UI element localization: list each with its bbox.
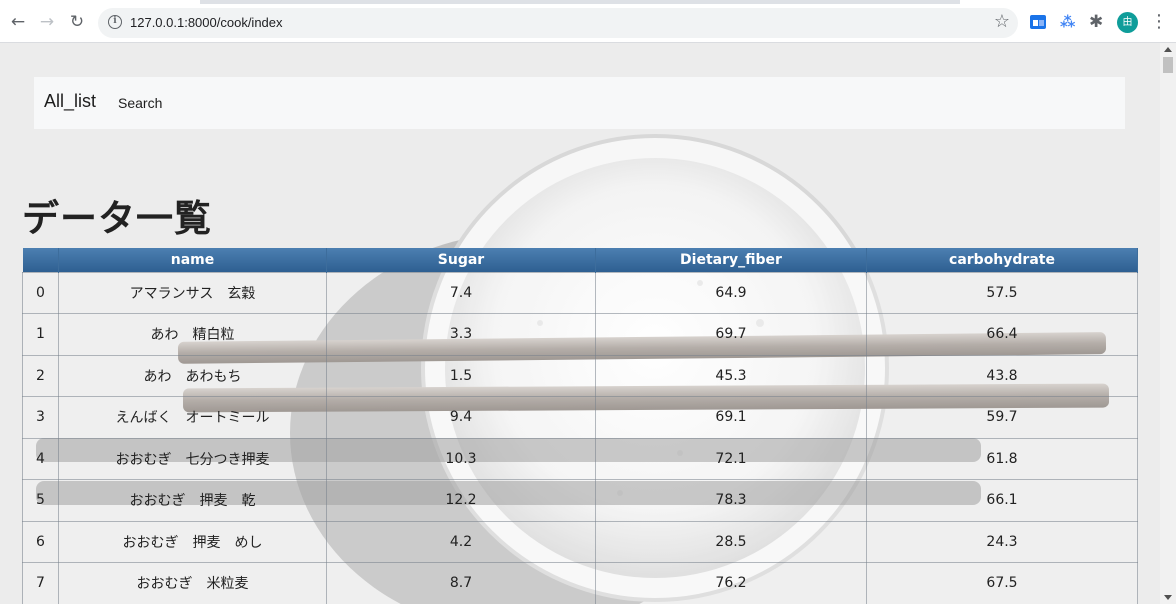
- row-index-cell: 5: [22, 479, 59, 522]
- table-row: 7 おおむぎ 米粒麦 8.7 76.2 67.5: [22, 562, 1138, 604]
- site-info-icon[interactable]: i: [108, 15, 122, 29]
- name-cell: えんばく オートミール: [58, 396, 327, 439]
- row-index-cell: 0: [22, 271, 59, 314]
- sugar-cell: 7.4: [326, 271, 596, 314]
- row-index-cell: 4: [22, 437, 59, 480]
- bookmark-star-icon[interactable]: ☆: [994, 11, 1010, 32]
- page-scrollbar[interactable]: [1160, 43, 1176, 604]
- data-table: name Sugar Dietary_fiber carbohydrate 0ア…: [22, 248, 1138, 604]
- row-index-cell: 7: [22, 562, 59, 604]
- column-header-carbohydrate: carbohydrate: [866, 248, 1138, 272]
- name-cell: おおむぎ 米粒麦: [58, 562, 327, 604]
- sugar-cell: 12.2: [326, 479, 596, 522]
- sugar-cell: 1.5: [326, 354, 596, 397]
- dietary-fiber-cell: 28.5: [595, 520, 867, 563]
- carbohydrate-cell: 61.8: [866, 437, 1138, 480]
- reload-icon[interactable]: ↻: [66, 11, 88, 33]
- navbar-brand[interactable]: All_list: [44, 91, 96, 112]
- dietary-fiber-cell: 69.1: [595, 396, 867, 439]
- table-row: 2 あわ あわもち 1.5 45.3 43.8: [22, 354, 1138, 397]
- name-cell: アマランサス 玄穀: [58, 271, 327, 314]
- sugar-cell: 4.2: [326, 520, 596, 563]
- scroll-down-arrow-icon[interactable]: [1164, 595, 1172, 600]
- table-row: 0 アマランサス 玄穀 7.4 64.9 57.5: [22, 271, 1138, 314]
- row-index-cell: 3: [22, 396, 59, 439]
- dietary-fiber-cell: 69.7: [595, 313, 867, 356]
- column-header-dietary-fiber: Dietary_fiber: [595, 248, 867, 272]
- dietary-fiber-cell: 72.1: [595, 437, 867, 480]
- name-cell: おおむぎ 七分つき押麦: [58, 437, 327, 480]
- row-index-cell: 2: [22, 354, 59, 397]
- column-header-index: [22, 248, 59, 272]
- extensions-puzzle-icon[interactable]: ✱: [1089, 13, 1107, 31]
- tab-strip: [200, 0, 960, 4]
- dietary-fiber-cell: 78.3: [595, 479, 867, 522]
- dietary-fiber-cell: 76.2: [595, 562, 867, 604]
- table-row: 4 おおむぎ 七分つき押麦 10.3 72.1 61.8: [22, 437, 1138, 480]
- page-viewport: All_list Search データ一覧 name Sugar Dietary…: [0, 43, 1160, 604]
- name-cell: おおむぎ 押麦 乾: [58, 479, 327, 522]
- carbohydrate-cell: 59.7: [866, 396, 1138, 439]
- carbohydrate-cell: 57.5: [866, 271, 1138, 314]
- url-text[interactable]: 127.0.0.1:8000/cook/index: [130, 15, 283, 30]
- row-index-cell: 1: [22, 313, 59, 356]
- nav-link-search[interactable]: Search: [118, 95, 162, 111]
- address-bar[interactable]: i 127.0.0.1:8000/cook/index ☆: [98, 8, 1018, 38]
- column-header-sugar: Sugar: [326, 248, 596, 272]
- back-icon[interactable]: ←: [7, 11, 29, 33]
- carbohydrate-cell: 67.5: [866, 562, 1138, 604]
- profile-avatar[interactable]: 由: [1117, 12, 1138, 33]
- browser-toolbar: ← → ↻ i 127.0.0.1:8000/cook/index ☆ ⁂ ✱ …: [0, 0, 1176, 43]
- name-cell: おおむぎ 押麦 めし: [58, 520, 327, 563]
- page-title: データ一覧: [22, 197, 212, 240]
- name-cell: あわ 精白粒: [58, 313, 327, 356]
- sugar-cell: 3.3: [326, 313, 596, 356]
- table-row: 6 おおむぎ 押麦 めし 4.2 28.5 24.3: [22, 520, 1138, 563]
- table-row: 1 あわ 精白粒 3.3 69.7 66.4: [22, 313, 1138, 356]
- dietary-fiber-cell: 64.9: [595, 271, 867, 314]
- site-navbar: All_list Search: [34, 77, 1125, 129]
- carbohydrate-cell: 24.3: [866, 520, 1138, 563]
- sugar-cell: 8.7: [326, 562, 596, 604]
- forward-icon[interactable]: →: [36, 11, 58, 33]
- row-index-cell: 6: [22, 520, 59, 563]
- table-row: 3 えんばく オートミール 9.4 69.1 59.7: [22, 396, 1138, 439]
- extension-binoculars-icon[interactable]: ⁂: [1060, 13, 1078, 31]
- scroll-up-arrow-icon[interactable]: [1164, 47, 1172, 52]
- sugar-cell: 10.3: [326, 437, 596, 480]
- table-header-row: name Sugar Dietary_fiber carbohydrate: [22, 248, 1138, 272]
- dietary-fiber-cell: 45.3: [595, 354, 867, 397]
- name-cell: あわ あわもち: [58, 354, 327, 397]
- carbohydrate-cell: 66.1: [866, 479, 1138, 522]
- browser-menu-icon[interactable]: ⋮: [1150, 11, 1168, 32]
- carbohydrate-cell: 43.8: [866, 354, 1138, 397]
- sugar-cell: 9.4: [326, 396, 596, 439]
- extension-window-icon[interactable]: [1030, 13, 1048, 31]
- scrollbar-thumb[interactable]: [1163, 57, 1173, 73]
- column-header-name: name: [58, 248, 327, 272]
- carbohydrate-cell: 66.4: [866, 313, 1138, 356]
- table-row: 5 おおむぎ 押麦 乾 12.2 78.3 66.1: [22, 479, 1138, 522]
